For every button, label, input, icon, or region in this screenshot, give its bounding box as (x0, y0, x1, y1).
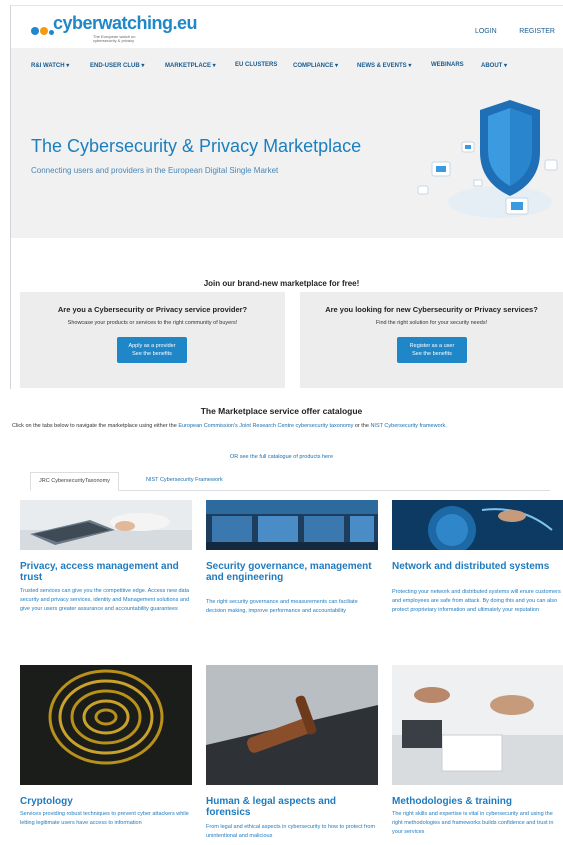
hero-banner: The Cybersecurity & Privacy Marketplace … (11, 48, 563, 238)
hero-subtitle: Connecting users and providers in the Eu… (31, 166, 279, 175)
governance-card-image (206, 500, 378, 550)
card-text: The right security governance and measur… (206, 599, 358, 614)
card-title: Human & legal aspects and forensics (206, 796, 337, 818)
card-title: Cryptology (20, 796, 73, 807)
jrc-taxonomy-link[interactable]: European Commission's Joint Research Cen… (178, 423, 353, 429)
card-title: Network and distributed systems (392, 561, 550, 572)
apply-provider-button[interactable]: Apply as a provider See the benefits (117, 337, 187, 363)
card-text: Protecting your network and distributed … (392, 589, 561, 613)
network-card-image (392, 500, 563, 550)
nav-item-marketplace[interactable]: MARKETPLACE ▾ (165, 62, 216, 69)
join-title: Join our brand-new marketplace for free! (203, 279, 360, 288)
account-links: LOGIN REGISTER (457, 20, 555, 38)
catalogue-description: Click on the tabs below to navigate the … (12, 423, 447, 429)
card-title: Methodologies & training (392, 796, 512, 807)
card-title: Security governance, management and engi… (206, 561, 372, 583)
register-link[interactable]: REGISTER (519, 28, 555, 35)
nav-item-ri-watch[interactable]: R&I WATCH ▾ (31, 62, 69, 69)
register-user-button[interactable]: Register as a user See the benefits (397, 337, 467, 363)
site-logo[interactable]: cyberwatching.eu The European watch on c… (31, 13, 198, 44)
tab-jrc-taxonomy[interactable]: JRC CybersecurityTaxonomy (30, 472, 119, 491)
provider-box: Are you a Cybersecurity or Privacy servi… (20, 292, 285, 388)
card-text: Services providing robust techniques to … (20, 811, 189, 826)
user-benefits-label: See the benefits (412, 351, 452, 357)
provider-benefits-label: See the benefits (132, 351, 172, 357)
login-link[interactable]: LOGIN (475, 28, 497, 35)
catalogue-title: The Marketplace service offer catalogue (200, 406, 363, 416)
user-box: Are you looking for new Cybersecurity or… (300, 292, 563, 388)
card-text: From legal and ethical aspects in cybers… (206, 824, 376, 839)
top-bar: cyberwatching.eu The European watch on c… (11, 6, 563, 48)
nav-item-compliance[interactable]: COMPLIANCE ▾ (293, 62, 338, 69)
training-card-image (392, 665, 563, 785)
privacy-card-image (20, 500, 192, 550)
shield-illustration (417, 100, 558, 218)
main-nav: R&I WATCH ▾ END-USER CLUB ▾ MARKETPLACE … (11, 56, 563, 76)
logo-subtitle: The European watch on cybersecurity & pr… (93, 34, 136, 43)
logo-text: cyberwatching.eu (53, 13, 198, 33)
taxonomy-tabs: JRC CybersecurityTaxonomy NIST Cybersecu… (30, 472, 550, 491)
cryptology-card-image (20, 665, 192, 785)
full-catalogue-link[interactable]: OR see the full catalogue of products he… (0, 454, 563, 460)
user-text: Find the right solution for your securit… (375, 320, 488, 326)
nav-item-webinars[interactable]: WEBINARS (431, 62, 464, 68)
tab-nist-framework[interactable]: NIST Cybersecurity Framework (138, 472, 231, 489)
nav-item-about[interactable]: ABOUT ▾ (481, 62, 507, 69)
logo-dots-icon (31, 22, 55, 40)
card-title: Privacy, access management and trust (20, 561, 179, 583)
register-user-label: Register as a user (409, 343, 455, 349)
nav-item-eu-clusters[interactable]: EU CLUSTERS (235, 62, 277, 68)
user-heading: Are you looking for new Cybersecurity or… (325, 305, 538, 314)
nist-framework-link[interactable]: NIST Cybersecurity framework (370, 423, 445, 429)
nav-item-end-user-club[interactable]: END-USER CLUB ▾ (90, 62, 144, 69)
card-text: Trusted services can give you the compet… (20, 588, 190, 612)
card-text: The right skills and expertise is vital … (392, 811, 554, 835)
nav-item-news-events[interactable]: NEWS & EVENTS ▾ (357, 62, 411, 69)
provider-text: Showcase your products or services to th… (67, 320, 238, 326)
legal-card-image (206, 665, 378, 785)
provider-heading: Are you a Cybersecurity or Privacy servi… (57, 305, 248, 314)
hero-title: The Cybersecurity & Privacy Marketplace (31, 136, 362, 156)
apply-provider-label: Apply as a provider (128, 343, 176, 349)
